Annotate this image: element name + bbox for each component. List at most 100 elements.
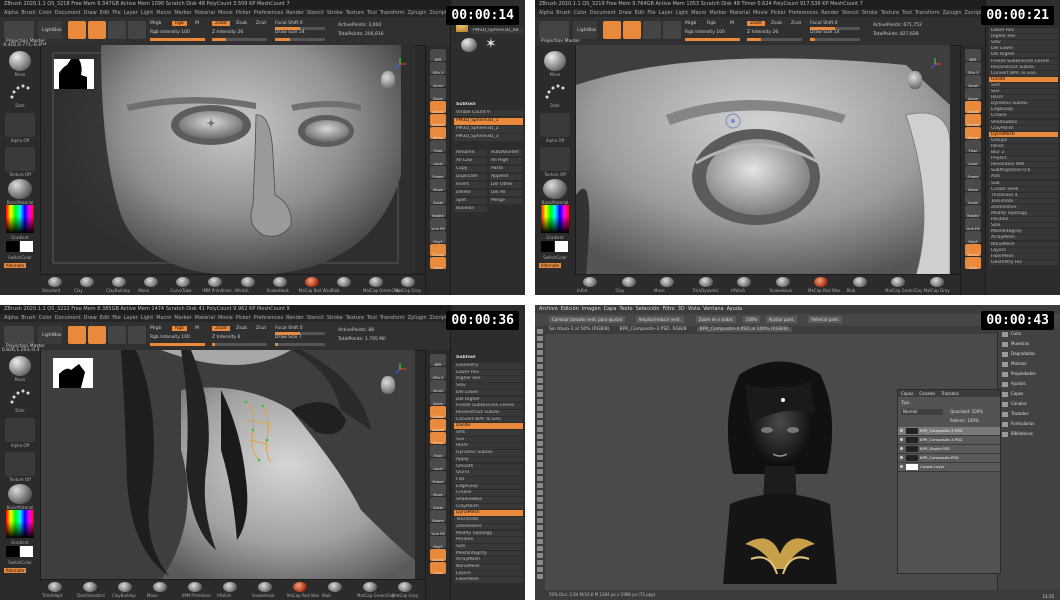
menu-item[interactable]: Brush (21, 10, 35, 16)
brush-slot[interactable] (48, 582, 62, 592)
menu-item[interactable]: Marker (174, 10, 191, 16)
menu-item[interactable]: Light (141, 315, 153, 321)
menu-item[interactable]: Preferences (254, 10, 283, 16)
subtool-item[interactable]: PM3D_Sphere3D_1 (454, 118, 523, 125)
subtool-action-button[interactable]: Paste (489, 166, 522, 172)
shelf-button[interactable]: BPR (965, 49, 981, 62)
menu-item[interactable]: Material (195, 315, 215, 321)
geometry-item[interactable]: DynaMesh (454, 510, 523, 517)
main-color-swatch[interactable] (6, 241, 19, 252)
focal-shift-slider[interactable]: Focal Shift 0 (275, 326, 303, 331)
brush-slot[interactable] (698, 277, 713, 287)
shelf-button[interactable]: BPR (430, 354, 446, 367)
color-picker[interactable] (6, 205, 34, 233)
geometry-item[interactable]: Sdiv (989, 40, 1058, 46)
tool-icon[interactable] (537, 567, 543, 572)
tool-icon[interactable] (537, 490, 543, 495)
rgb-intensity-track[interactable] (150, 343, 205, 346)
menu-item[interactable]: Picker (771, 10, 786, 16)
subtool-action-button[interactable]: Duplicate (454, 174, 487, 180)
menu-item[interactable]: Stencil (842, 10, 859, 16)
side-panel-item[interactable]: Propiedades (1002, 370, 1036, 377)
geometry-item[interactable]: Flat (454, 476, 523, 483)
subtool-action-button[interactable]: AutoReorder (489, 150, 522, 156)
shelf-button[interactable]: Transp (430, 244, 446, 257)
axis-gizmo-icon[interactable] (928, 57, 942, 71)
geometry-item[interactable]: ClayPolish (989, 125, 1058, 131)
material-thumbnail[interactable] (8, 179, 32, 199)
zcut-toggle[interactable]: Zcut (791, 21, 801, 26)
shelf-button[interactable]: Scale (430, 497, 446, 510)
geometry-item[interactable]: NanoMesh (454, 564, 523, 570)
layer-kind-filter[interactable]: Tipo (901, 400, 909, 405)
visibility-eye-icon[interactable] (900, 447, 903, 450)
geometry-item[interactable]: Divide (454, 423, 523, 429)
geometry-item[interactable]: Resolution 896 (989, 162, 1058, 168)
menu-item[interactable]: Preferences (254, 315, 283, 321)
menu-item[interactable]: Draw (84, 10, 97, 16)
shelf-button[interactable]: PolyF (965, 231, 981, 244)
brush-slot[interactable] (208, 277, 223, 287)
tool-icon[interactable] (537, 574, 543, 579)
menu-item[interactable]: Tool (367, 315, 377, 321)
brush-slot[interactable] (852, 277, 867, 287)
brush-slot[interactable] (223, 582, 237, 592)
shelf-button[interactable]: Persp (965, 127, 981, 140)
menu-item[interactable]: Alpha (4, 10, 18, 16)
side-panel-item[interactable]: Muestras (1002, 340, 1029, 347)
geometry-item[interactable]: Tessimate (989, 198, 1058, 204)
fill-field[interactable]: Relleno: 100% (950, 418, 979, 423)
rgb-intensity-slider[interactable]: Rgb Intensity 100 (685, 30, 725, 35)
menu-item[interactable]: Tool (367, 10, 377, 16)
brush-slot[interactable] (188, 582, 202, 592)
geometry-item[interactable]: Lower Res (989, 28, 1058, 34)
menu-item[interactable]: Picker (236, 315, 251, 321)
z-intensity-slider[interactable]: Z Intensity 26 (212, 30, 243, 35)
subtool-action-button[interactable]: All High (489, 158, 522, 164)
tool-icon[interactable] (537, 427, 543, 432)
shelf-button[interactable]: Rotate (430, 205, 446, 218)
shelf-button[interactable]: PolyF (430, 231, 446, 244)
brush-slot[interactable] (336, 277, 351, 287)
layer-row[interactable]: BPR_Depth.PSD (898, 445, 1000, 454)
shelf-button[interactable]: Persp (430, 432, 446, 445)
geometry-item[interactable]: NanoMesh (989, 241, 1058, 247)
geometry-item[interactable]: Modify Topology (989, 211, 1058, 217)
scale-button[interactable] (128, 326, 146, 344)
axis-gizmo-icon[interactable] (393, 57, 407, 71)
projection-master-button[interactable] (4, 21, 34, 39)
shelf-button[interactable]: Scale (965, 192, 981, 205)
geometry-item[interactable]: FiberMesh (989, 253, 1058, 259)
menu-item[interactable]: Transform (380, 10, 405, 16)
geometry-item[interactable]: Modify Topology (454, 530, 523, 537)
option-button[interactable]: Ampliar/reducir vent. (635, 316, 684, 323)
main-color-swatch[interactable] (541, 241, 554, 252)
side-panel-item[interactable]: Capas (1002, 390, 1023, 397)
menu-item[interactable]: Color (39, 10, 52, 16)
geometry-item[interactable]: Tessimate (454, 517, 523, 523)
subtool-action-button[interactable]: All Low (454, 158, 487, 164)
menu-item[interactable]: Macro (691, 10, 706, 16)
tool-icon[interactable] (537, 469, 543, 474)
tool-icon[interactable] (537, 434, 543, 439)
brush-slot[interactable] (153, 582, 167, 592)
geometry-item[interactable]: Convert BPR To Geo (989, 70, 1058, 76)
brush-slot[interactable] (583, 277, 597, 287)
geometry-item[interactable]: Position (454, 537, 523, 543)
shelf-button[interactable]: Local (965, 153, 981, 166)
geometry-item[interactable]: ReUV (454, 443, 523, 450)
brush-slot[interactable] (368, 277, 383, 287)
menu-item[interactable]: Brush (21, 315, 35, 321)
switch-color-label[interactable]: SwitchColor (2, 255, 38, 260)
shelf-button[interactable]: Move (430, 179, 446, 192)
shelf-button[interactable]: Floor (965, 140, 981, 153)
geometry-item[interactable]: Higher Res (989, 34, 1058, 40)
brush-slot[interactable] (775, 277, 790, 287)
shelf-button[interactable]: Actual (430, 406, 446, 419)
z-intensity-slider[interactable]: Z Intensity 6 (212, 335, 240, 340)
menu-item[interactable]: Light (141, 10, 153, 16)
menu-item[interactable]: Zplugin (408, 10, 427, 16)
brush-slot[interactable] (814, 277, 828, 287)
z-intensity-track[interactable] (747, 38, 802, 41)
brush-thumbnail[interactable] (9, 51, 31, 71)
